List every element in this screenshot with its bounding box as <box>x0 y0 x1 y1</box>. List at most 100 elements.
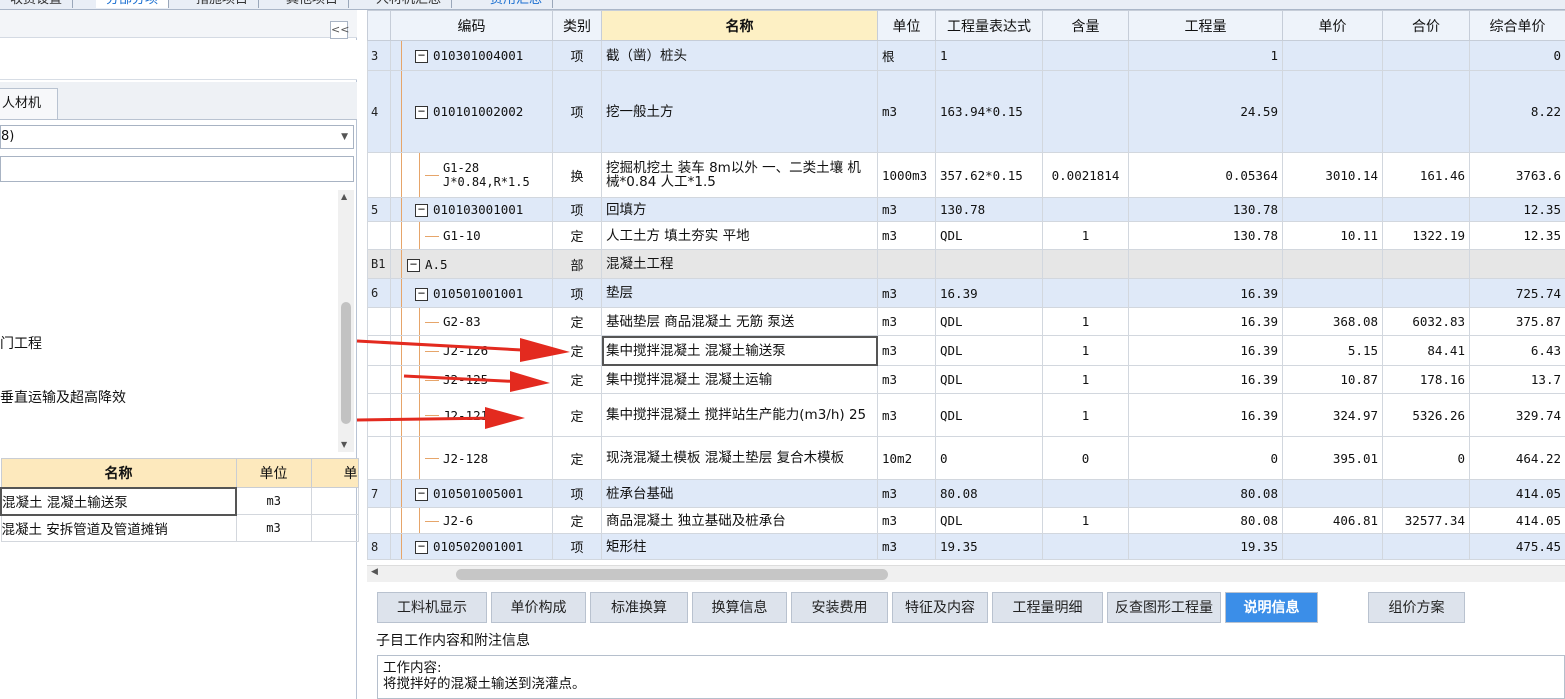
cell-expr[interactable]: 0 <box>935 436 1043 480</box>
cell-name[interactable]: 商品混凝土 独立基础及桩承台 <box>601 507 878 534</box>
cell-code[interactable]: J2-125 <box>390 365 553 394</box>
cell-type[interactable]: 项 <box>552 197 602 222</box>
scrollbar-thumb[interactable] <box>341 302 351 424</box>
cell-code[interactable]: −010103001001 <box>390 197 553 222</box>
tab-detail-6[interactable]: 特征及内容 <box>892 592 988 623</box>
cell-qty[interactable]: 80.08 <box>1128 507 1283 534</box>
tab-detail-4[interactable]: 换算信息 <box>692 592 787 623</box>
tab-detail-1[interactable]: 工料机显示 <box>377 592 487 623</box>
collapse-icon[interactable]: − <box>415 540 428 554</box>
cell-qty[interactable]: 130.78 <box>1128 197 1283 222</box>
cell-content[interactable] <box>1042 70 1129 153</box>
row-number[interactable]: 6 <box>367 278 391 308</box>
cell-total[interactable] <box>1382 479 1470 508</box>
row-number[interactable] <box>367 436 391 480</box>
cell-unit[interactable]: m3 <box>877 70 936 153</box>
cell-comp-price[interactable]: 475.45 <box>1469 533 1565 560</box>
cell-comp-price[interactable]: 6.43 <box>1469 335 1565 366</box>
table-row[interactable]: 5−010103001001 项回填方 m3 130.78 130.78 12.35 <box>367 197 1565 222</box>
cell-total[interactable]: 178.16 <box>1382 365 1470 394</box>
cell-code[interactable]: J2-6 <box>390 507 553 534</box>
cell-total[interactable]: 161.46 <box>1382 152 1470 198</box>
row-number[interactable] <box>367 335 391 366</box>
cell-qty[interactable] <box>1128 249 1283 279</box>
cell-price[interactable] <box>1282 479 1383 508</box>
col-code-header[interactable]: 编码 <box>390 10 553 41</box>
cell-code[interactable]: G1-28 J*0.84,R*1.5 <box>390 152 553 198</box>
cell-price[interactable]: 324.97 <box>1282 393 1383 437</box>
cell-content[interactable] <box>1042 533 1129 560</box>
table-row[interactable]: 4−010101002002 项挖一般土方 m3 163.94*0.15 24.59 8.… <box>367 70 1565 153</box>
tab-fee-settings[interactable]: 收费设置 <box>0 0 74 8</box>
cell-price[interactable]: 406.81 <box>1282 507 1383 534</box>
collapse-icon[interactable]: − <box>415 105 428 119</box>
tab-detail-8[interactable]: 反查图形工程量 <box>1107 592 1221 623</box>
table-row[interactable]: J2-126 定集中搅拌混凝土 混凝土输送泵 m3 QDL 1 16.39 5.15 84.4… <box>367 335 1565 366</box>
col-price-header[interactable]: 单价 <box>1282 10 1383 41</box>
cell-name[interactable]: 集中搅拌混凝土 搅拌站生产能力(m3/h) 25 <box>601 393 878 437</box>
cell-expr[interactable]: 1 <box>935 40 1043 71</box>
cell-name[interactable]: 矩形柱 <box>601 533 878 560</box>
tab-detail-5[interactable]: 安装费用 <box>791 592 888 623</box>
col-type-header[interactable]: 类别 <box>552 10 602 41</box>
cell-content[interactable] <box>1042 40 1129 71</box>
cell-total[interactable]: 5326.26 <box>1382 393 1470 437</box>
collapse-panel-button[interactable]: << <box>330 21 349 39</box>
cell-content[interactable] <box>1042 479 1129 508</box>
cell-total[interactable]: 1322.19 <box>1382 221 1470 250</box>
cell-unit[interactable]: 10m2 <box>877 436 936 480</box>
cell-code[interactable]: J2-126 <box>390 335 553 366</box>
cell-type[interactable]: 项 <box>552 479 602 508</box>
cell-name[interactable]: 人工土方 填土夯实 平地 <box>601 221 878 250</box>
cell-price[interactable] <box>1282 278 1383 308</box>
table-row[interactable]: G1-28 J*0.84,R*1.5 换挖掘机挖土 装车 8m以外 一、二类土壤 … <box>367 152 1565 198</box>
cell-code[interactable]: G1-10 <box>390 221 553 250</box>
cell-qty[interactable]: 16.39 <box>1128 335 1283 366</box>
tree-item-vertical-transport[interactable]: 垂直运输及超高降效 <box>0 387 126 407</box>
cell-price[interactable]: 368.08 <box>1282 307 1383 336</box>
cell-code[interactable]: G2-83 <box>390 307 553 336</box>
cell-qty[interactable]: 16.39 <box>1128 278 1283 308</box>
cell-name[interactable]: 基础垫层 商品混凝土 无筋 泵送 <box>601 307 878 336</box>
cell-content[interactable]: 1 <box>1042 335 1129 366</box>
cell-unit[interactable]: m3 <box>877 307 936 336</box>
table-row[interactable]: 8−010502001001 项矩形柱 m3 19.35 19.35 475.45 <box>367 533 1565 560</box>
cell-price[interactable]: 395.01 <box>1282 436 1383 480</box>
row-number[interactable]: 7 <box>367 479 391 508</box>
tab-detail-2[interactable]: 单价构成 <box>491 592 586 623</box>
cell-expr[interactable]: QDL <box>935 335 1043 366</box>
cell-expr[interactable]: 163.94*0.15 <box>935 70 1043 153</box>
cell-name[interactable]: 集中搅拌混凝土 混凝土输送泵 <box>601 335 878 366</box>
cell-expr[interactable]: 19.35 <box>935 533 1043 560</box>
tab-detail-7[interactable]: 工程量明细 <box>992 592 1103 623</box>
cell-expr[interactable]: QDL <box>935 365 1043 394</box>
cell-name[interactable]: 混凝土工程 <box>601 249 878 279</box>
tab-other-items[interactable]: 其他项目 <box>276 0 350 8</box>
cell-content[interactable]: 1 <box>1042 221 1129 250</box>
cell-code[interactable]: −010101002002 <box>390 70 553 153</box>
cell-name[interactable]: 截（凿）桩头 <box>601 40 878 71</box>
cell-content[interactable]: 1 <box>1042 393 1129 437</box>
cell-content[interactable]: 0 <box>1042 436 1129 480</box>
tab-measures[interactable]: 措施项目 <box>186 0 260 8</box>
cell-unit[interactable]: m3 <box>877 507 936 534</box>
cell-expr[interactable]: QDL <box>935 221 1043 250</box>
cell-comp-price[interactable]: 12.35 <box>1469 221 1565 250</box>
col-content-header[interactable]: 含量 <box>1042 10 1129 41</box>
cell-price[interactable]: 3010.14 <box>1282 152 1383 198</box>
tab-labor-material-summary[interactable]: 人材机汇总 <box>366 0 453 8</box>
table-row[interactable]: G1-10 定人工土方 填土夯实 平地 m3 QDL 1 130.78 10.11 1322.… <box>367 221 1565 250</box>
cell-qty[interactable]: 16.39 <box>1128 307 1283 336</box>
list-item[interactable]: 混凝土 安拆管道及管道摊销 m3 <box>0 514 359 542</box>
cell-code[interactable]: J2-121 <box>390 393 553 437</box>
cell-qty[interactable]: 24.59 <box>1128 70 1283 153</box>
cell-qty[interactable]: 80.08 <box>1128 479 1283 508</box>
cell-expr[interactable]: 80.08 <box>935 479 1043 508</box>
tree-item-door-works[interactable]: 门工程 <box>0 333 42 353</box>
cell-unit[interactable] <box>877 249 936 279</box>
cell-name[interactable]: 现浇混凝土模板 混凝土垫层 复合木模板 <box>601 436 878 480</box>
cell-type[interactable]: 项 <box>552 533 602 560</box>
cell-total[interactable] <box>1382 533 1470 560</box>
cell-comp-price[interactable]: 464.22 <box>1469 436 1565 480</box>
col-expr-header[interactable]: 工程量表达式 <box>935 10 1043 41</box>
